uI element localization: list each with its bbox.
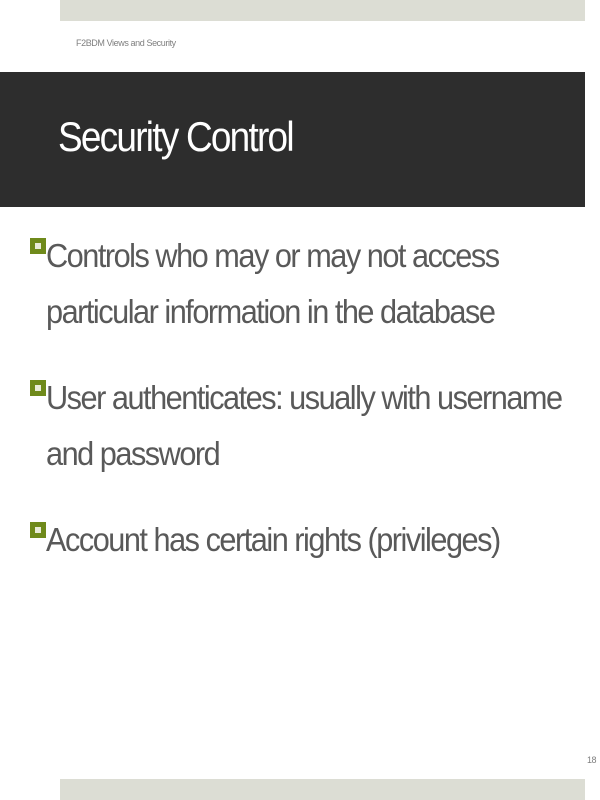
- square-bullet-icon: [30, 522, 46, 538]
- square-bullet-icon: [30, 380, 46, 396]
- bullet-list: Controls who may or may not access parti…: [30, 228, 563, 598]
- bottom-decorative-band: [60, 779, 585, 800]
- header-label: F2BDM Views and Security: [76, 38, 176, 48]
- page-number: 18: [587, 755, 597, 765]
- square-bullet-icon: [30, 238, 46, 254]
- top-decorative-band: [60, 0, 585, 21]
- bullet-item: User authenticates: usually with usernam…: [30, 370, 563, 482]
- bullet-item: Controls who may or may not access parti…: [30, 228, 550, 340]
- slide-title: Security Control: [58, 113, 295, 160]
- bullet-text: User authenticates: usually with usernam…: [46, 379, 563, 472]
- bullet-text: Controls who may or may not access parti…: [46, 237, 500, 330]
- bullet-text: Account has certain rights (privileges): [46, 521, 501, 558]
- bullet-item: Account has certain rights (privileges): [30, 512, 550, 568]
